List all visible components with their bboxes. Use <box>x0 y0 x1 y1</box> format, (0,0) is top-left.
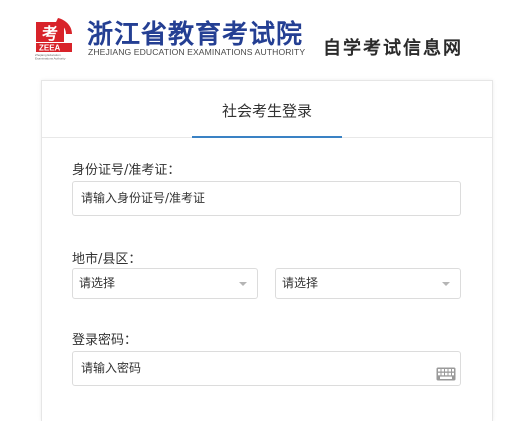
zeea-logo[interactable]: ZEEA Zhejiang Education Examinations Aut… <box>32 16 78 62</box>
svg-text:ZEEA: ZEEA <box>39 44 61 53</box>
id-input[interactable]: 请输入身份证号/准考证 <box>72 181 461 216</box>
svg-text:考: 考 <box>42 24 58 43</box>
site-tagline: 自学考试信息网 <box>323 38 463 59</box>
district-select-value: 请选择 <box>282 276 319 290</box>
chevron-down-icon <box>239 282 247 286</box>
login-card: 社会考生登录 身份证号/准考证： 请输入身份证号/准考证 地市/县区： 请选择 … <box>41 80 493 421</box>
tab-active-indicator <box>192 136 342 138</box>
site-header: ZEEA Zhejiang Education Examinations Aut… <box>0 0 531 68</box>
id-label: 身份证号/准考证： <box>72 163 181 178</box>
tab-bar: 社会考生登录 <box>42 81 492 138</box>
password-input[interactable]: 请输入密码 <box>72 351 461 386</box>
city-select-value: 请选择 <box>79 276 116 290</box>
city-select[interactable]: 请选择 <box>72 268 258 299</box>
tab-social-login[interactable]: 社会考生登录 <box>192 81 342 138</box>
chevron-down-icon <box>442 282 450 286</box>
district-select[interactable]: 请选择 <box>275 268 461 299</box>
tab-social-login-label: 社会考生登录 <box>221 102 312 120</box>
password-label: 登录密码： <box>72 333 138 348</box>
id-input-placeholder: 请输入身份证号/准考证 <box>81 191 206 205</box>
svg-text:Examinations Authority: Examinations Authority <box>35 57 66 61</box>
site-subtitle: ZHEJIANG EDUCATION EXAMINATIONS AUTHORIT… <box>88 47 306 57</box>
site-title: 浙江省教育考试院 <box>87 20 304 50</box>
region-label: 地市/县区： <box>72 252 142 267</box>
keyboard-icon[interactable] <box>436 361 456 381</box>
password-input-placeholder: 请输入密码 <box>81 361 142 375</box>
